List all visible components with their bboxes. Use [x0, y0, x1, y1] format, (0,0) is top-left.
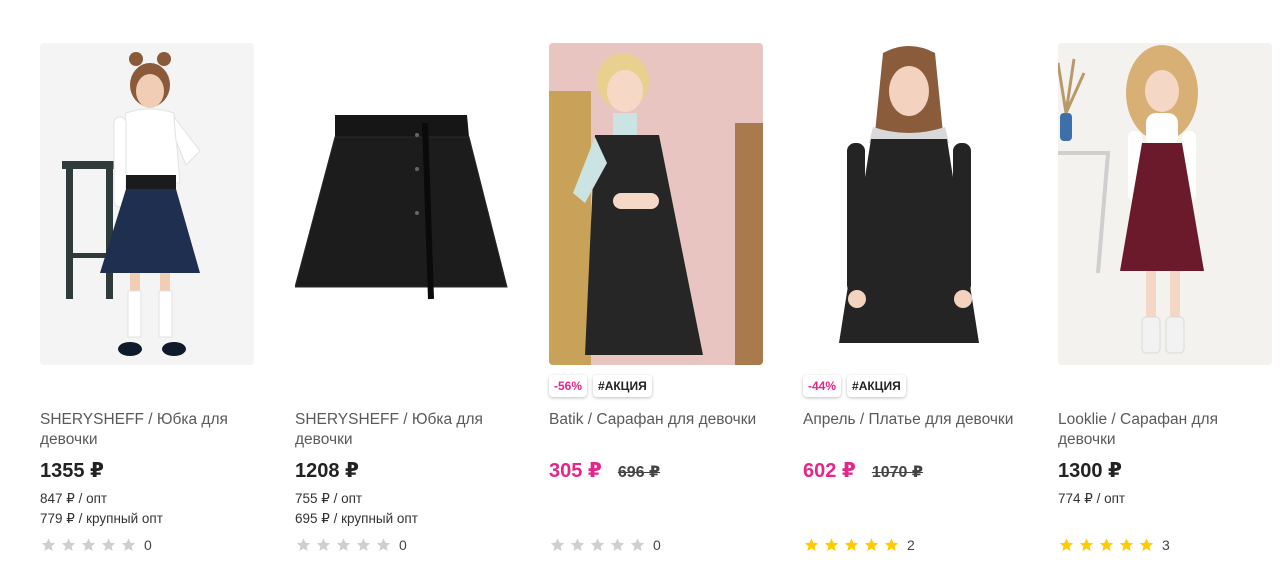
wholesale-price: 847 ₽ / опт — [40, 491, 108, 506]
star-icon — [590, 538, 605, 551]
price-row: 602 ₽ 1070 ₽ — [803, 458, 1017, 483]
price: 1355 ₽ — [40, 460, 104, 482]
promo-badge[interactable]: #АКЦИЯ — [593, 375, 652, 397]
star-icons — [1058, 537, 1155, 553]
product-title[interactable]: Batik / Сарафан для девочки — [549, 410, 763, 450]
old-price: 1070 ₽ — [871, 464, 924, 481]
rating-count: 0 — [144, 537, 152, 553]
product-grid: SHERYSHEFF / Юбка для девочки 1355 ₽ 847… — [0, 0, 1280, 585]
star-icon — [570, 538, 585, 551]
price-row: 1300 ₽ — [1058, 458, 1272, 483]
discount-badge: -56% — [549, 375, 588, 397]
star-icon — [550, 538, 565, 551]
product-title[interactable]: SHERYSHEFF / Юбка для девочки — [40, 410, 254, 450]
rating: 0 — [295, 537, 407, 553]
product-card[interactable]: -44% #АКЦИЯ Апрель / Платье для девочки … — [803, 43, 1017, 553]
rating: 0 — [549, 537, 661, 553]
star-icon — [356, 538, 371, 551]
star-icon — [610, 538, 625, 551]
promo-badge[interactable]: #АКЦИЯ — [847, 375, 906, 397]
sale-price: 602 ₽ — [803, 460, 856, 482]
rating: 2 — [803, 537, 915, 553]
star-icons — [295, 537, 392, 553]
star-icon — [376, 538, 391, 551]
tags-row — [40, 375, 254, 399]
product-card[interactable]: Looklie / Сарафан для девочки 1300 ₽ 774… — [1058, 43, 1272, 553]
star-icon — [121, 538, 136, 551]
star-icon — [1059, 538, 1074, 551]
discount-badge: -44% — [803, 375, 842, 397]
star-icon — [1099, 538, 1114, 551]
price-row: 1355 ₽ — [40, 458, 254, 483]
star-icon — [884, 538, 899, 551]
rating: 0 — [40, 537, 152, 553]
star-icon — [81, 538, 96, 551]
wholesale-prices: 847 ₽ / опт 779 ₽ / крупный опт — [40, 489, 254, 529]
star-icon — [630, 538, 645, 551]
price: 1208 ₽ — [295, 460, 359, 482]
tags-row: -44% #АКЦИЯ — [803, 375, 1017, 399]
product-image[interactable] — [1058, 43, 1272, 365]
product-title[interactable]: SHERYSHEFF / Юбка для девочки — [295, 410, 509, 450]
sale-price: 305 ₽ — [549, 460, 602, 482]
star-icon — [61, 538, 76, 551]
wholesale-prices: 774 ₽ / опт — [1058, 489, 1272, 509]
star-icons — [549, 537, 646, 553]
star-icon — [824, 538, 839, 551]
product-card[interactable]: SHERYSHEFF / Юбка для девочки 1355 ₽ 847… — [40, 43, 254, 553]
wholesale-prices: 755 ₽ / опт 695 ₽ / крупный опт — [295, 489, 509, 529]
star-icon — [804, 538, 819, 551]
product-card[interactable]: SHERYSHEFF / Юбка для девочки 1208 ₽ 755… — [295, 43, 509, 553]
star-icon — [101, 538, 116, 551]
rating: 3 — [1058, 537, 1170, 553]
wholesale-price: 774 ₽ / опт — [1058, 491, 1126, 506]
product-image[interactable] — [549, 43, 763, 365]
product-image[interactable] — [295, 43, 509, 365]
star-icon — [336, 538, 351, 551]
rating-count: 3 — [1162, 537, 1170, 553]
rating-count: 2 — [907, 537, 915, 553]
star-icon — [1079, 538, 1094, 551]
star-icons — [40, 537, 137, 553]
price: 1300 ₽ — [1058, 460, 1122, 482]
star-icon — [1139, 538, 1154, 551]
product-title[interactable]: Looklie / Сарафан для девочки — [1058, 410, 1272, 450]
product-image[interactable] — [40, 43, 254, 365]
star-icon — [296, 538, 311, 551]
rating-count: 0 — [653, 537, 661, 553]
star-icon — [41, 538, 56, 551]
star-icon — [1119, 538, 1134, 551]
price-row: 1208 ₽ — [295, 458, 509, 483]
product-title[interactable]: Апрель / Платье для девочки — [803, 410, 1017, 450]
star-icon — [316, 538, 331, 551]
tags-row — [295, 375, 509, 399]
star-icon — [844, 538, 859, 551]
bulk-wholesale-price: 695 ₽ / крупный опт — [295, 511, 418, 526]
price-row: 305 ₽ 696 ₽ — [549, 458, 763, 483]
tags-row — [1058, 375, 1272, 399]
wholesale-price: 755 ₽ / опт — [295, 491, 363, 506]
old-price: 696 ₽ — [617, 464, 661, 481]
tags-row: -56% #АКЦИЯ — [549, 375, 763, 399]
product-card[interactable]: -56% #АКЦИЯ Batik / Сарафан для девочки … — [549, 43, 763, 553]
star-icons — [803, 537, 900, 553]
product-image[interactable] — [803, 43, 1017, 365]
bulk-wholesale-price: 779 ₽ / крупный опт — [40, 511, 163, 526]
rating-count: 0 — [399, 537, 407, 553]
star-icon — [864, 538, 879, 551]
